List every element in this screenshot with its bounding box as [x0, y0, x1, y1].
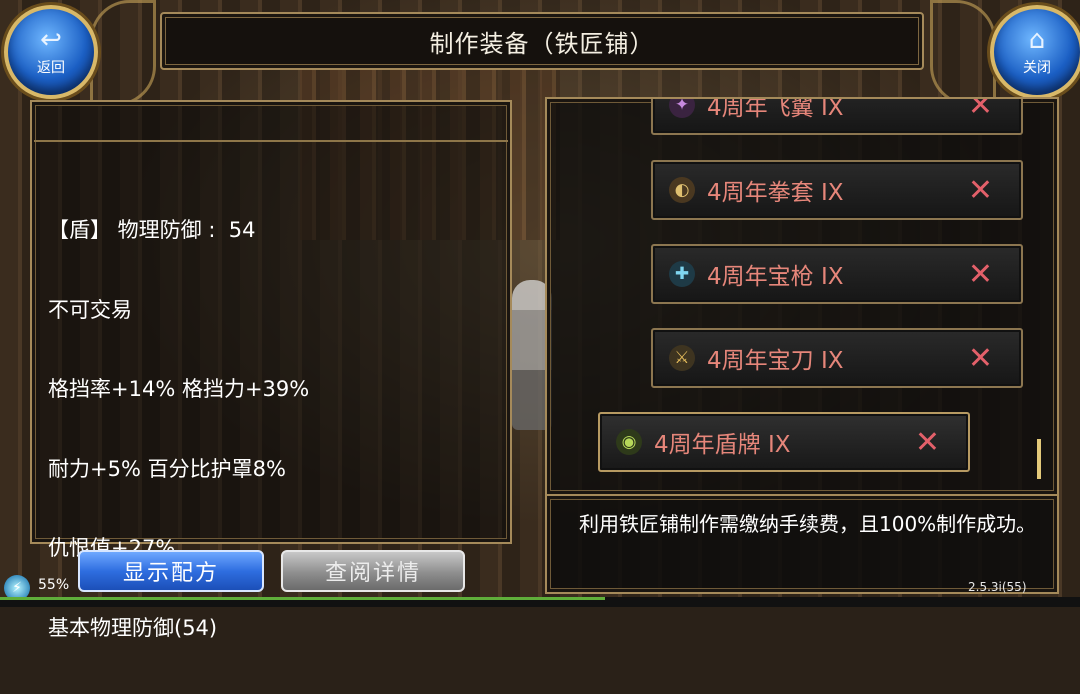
recipe-item-selected[interactable]: ◉ 4周年盾牌 IX ✕: [598, 412, 970, 472]
recipe-item[interactable]: ✦ 4周年飞翼 IX ✕: [651, 97, 1023, 135]
remove-icon[interactable]: ✕: [968, 173, 993, 208]
remove-icon[interactable]: ✕: [968, 99, 993, 123]
shield-icon: ◉: [616, 429, 642, 455]
back-arrow-icon: ↩: [40, 25, 62, 55]
remove-icon[interactable]: ✕: [915, 425, 940, 460]
close-button[interactable]: ⌂ 关闭: [990, 5, 1080, 99]
home-icon: ⌂: [1028, 25, 1046, 55]
close-button-label: 关闭: [1023, 60, 1051, 76]
stat-line: 不可交易: [48, 297, 132, 322]
wing-icon: ✦: [669, 99, 695, 118]
glove-icon: ◐: [669, 177, 695, 203]
show-recipe-button[interactable]: 显示配方: [78, 550, 264, 592]
description-panel: 利用铁匠铺制作需缴纳手续费，且100%制作成功。: [545, 494, 1059, 594]
window-title: 制作装备（铁匠铺）: [160, 12, 924, 70]
remove-icon[interactable]: ✕: [968, 341, 993, 376]
stat-line: 耐力+5% 百分比护罩8%: [48, 456, 286, 481]
view-details-button[interactable]: 查阅详情: [281, 550, 465, 592]
version-label: 2.5.3i(55): [968, 580, 1027, 594]
recipe-name: 4周年宝枪 IX: [707, 264, 844, 290]
ornament-left: [90, 0, 156, 106]
stat-line: 【盾】 物理防御 : 54: [48, 218, 256, 242]
recipe-item[interactable]: ✚ 4周年宝枪 IX ✕: [651, 244, 1023, 304]
recipe-list-panel[interactable]: ✦ 4周年飞翼 IX ✕ ◐ 4周年拳套 IX ✕ ✚ 4周年宝枪 IX ✕ ⚔…: [545, 97, 1059, 496]
stat-line: 格挡率+14% 格挡力+39%: [48, 377, 310, 401]
ornament-right: [930, 0, 996, 106]
back-button-label: 返回: [37, 60, 65, 76]
title-text: 制作装备（铁匠铺）: [429, 29, 655, 58]
scrollbar[interactable]: [1037, 439, 1041, 479]
stat-line: 基本物理防御(54): [48, 615, 218, 640]
spear-icon: ✚: [669, 261, 695, 287]
progress-bar: [0, 597, 605, 600]
battery-level: 55%: [38, 577, 70, 593]
recipe-name: 4周年盾牌 IX: [654, 432, 791, 458]
description-text: 利用铁匠铺制作需缴纳手续费，且100%制作成功。: [579, 512, 1037, 536]
item-stats: 【盾】 物理防御 : 54 不可交易 格挡率+14% 格挡力+39% 耐力+5%…: [48, 164, 309, 694]
item-detail-panel: 【盾】 物理防御 : 54 不可交易 格挡率+14% 格挡力+39% 耐力+5%…: [30, 100, 512, 640]
recipe-name: 4周年飞翼 IX: [707, 97, 844, 121]
recipe-name: 4周年拳套 IX: [707, 180, 844, 206]
back-button[interactable]: ↩ 返回: [4, 5, 98, 99]
recipe-item[interactable]: ◐ 4周年拳套 IX ✕: [651, 160, 1023, 220]
recipe-name: 4周年宝刀 IX: [707, 348, 844, 374]
remove-icon[interactable]: ✕: [968, 257, 993, 292]
recipe-item[interactable]: ⚔ 4周年宝刀 IX ✕: [651, 328, 1023, 388]
sword-icon: ⚔: [669, 345, 695, 371]
panel-divider: [34, 140, 508, 142]
footer-bar: [0, 597, 1080, 607]
